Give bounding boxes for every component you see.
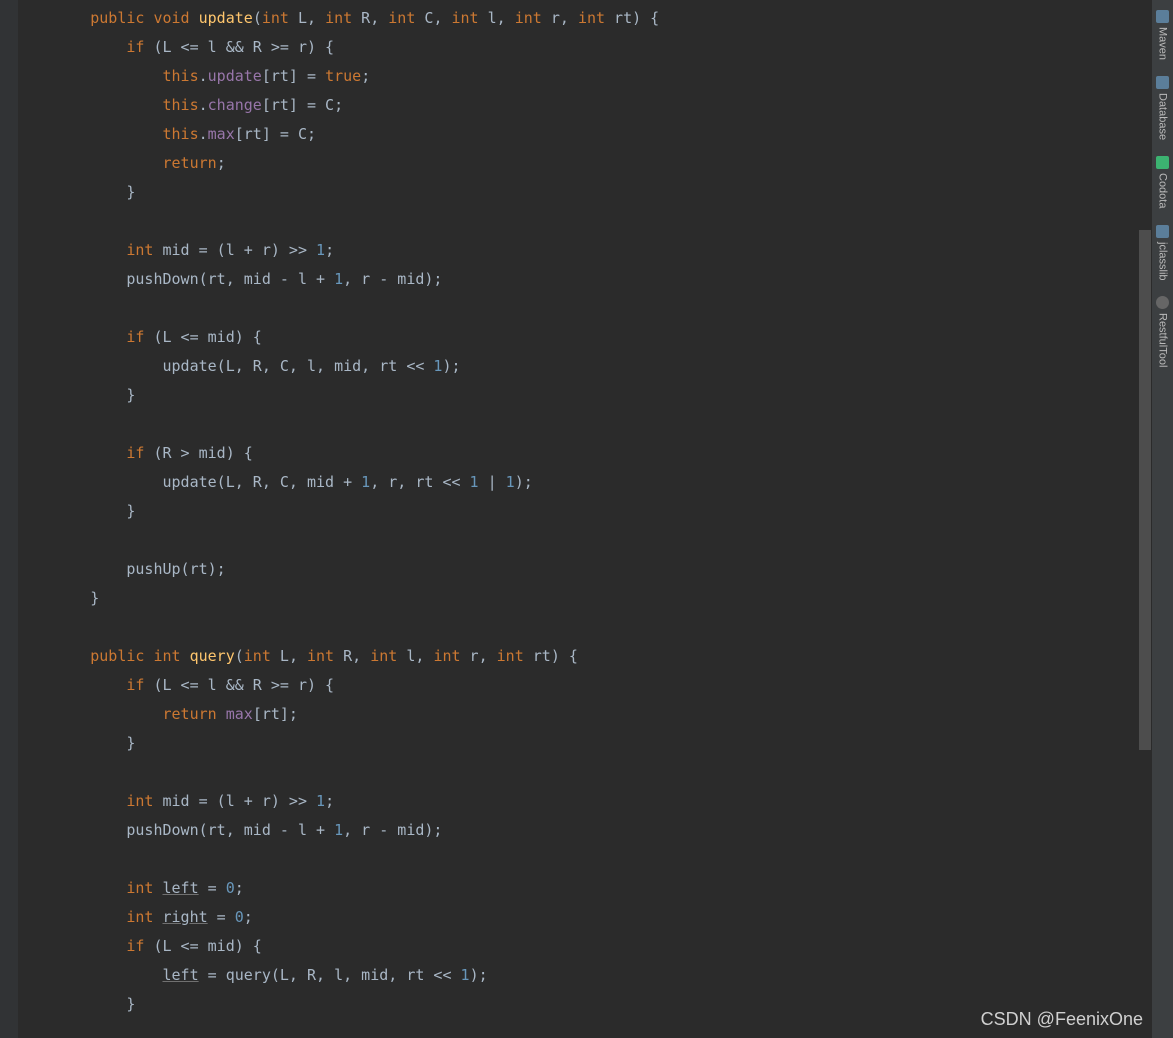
code-line[interactable]: this.max[rt] = C; [18, 120, 1173, 149]
code-line[interactable]: return; [18, 149, 1173, 178]
scrollbar-thumb[interactable] [1139, 230, 1151, 750]
code-line[interactable]: } [18, 729, 1173, 758]
database-icon [1156, 76, 1169, 89]
code-line[interactable]: public void update(int L, int R, int C, … [18, 4, 1173, 33]
code-line[interactable]: pushDown(rt, mid - l + 1, r - mid); [18, 265, 1173, 294]
code-line[interactable]: int right = 0; [18, 903, 1173, 932]
code-line[interactable] [18, 294, 1173, 323]
codota-icon [1156, 156, 1169, 169]
code-line[interactable]: if (L <= l && R >= r) { [18, 671, 1173, 700]
code-line[interactable]: pushDown(rt, mid - l + 1, r - mid); [18, 816, 1173, 845]
tool-label: RestfulTool [1157, 313, 1169, 367]
code-line[interactable]: } [18, 497, 1173, 526]
restfultool-icon [1156, 296, 1169, 309]
right-tool-window-bar: Maven Database Codota jclasslib RestfulT… [1151, 0, 1173, 1038]
code-line[interactable]: } [18, 584, 1173, 613]
code-line[interactable] [18, 845, 1173, 874]
code-line[interactable]: pushUp(rt); [18, 555, 1173, 584]
code-line[interactable]: update(L, R, C, mid + 1, r, rt << 1 | 1)… [18, 468, 1173, 497]
tool-codota[interactable]: Codota [1154, 150, 1171, 214]
tool-restfultool[interactable]: RestfulTool [1154, 290, 1171, 373]
code-line[interactable]: this.change[rt] = C; [18, 91, 1173, 120]
code-line[interactable]: } [18, 178, 1173, 207]
code-line[interactable]: return max[rt]; [18, 700, 1173, 729]
code-line[interactable]: if (L <= l && R >= r) { [18, 33, 1173, 62]
jclasslib-icon [1156, 225, 1169, 238]
tool-label: Codota [1157, 173, 1169, 208]
code-line[interactable] [18, 207, 1173, 236]
code-line[interactable] [18, 758, 1173, 787]
code-content[interactable]: public void update(int L, int R, int C, … [18, 0, 1173, 1038]
code-line[interactable]: if (L <= mid) { [18, 932, 1173, 961]
code-line[interactable] [18, 410, 1173, 439]
tool-label: Maven [1157, 27, 1169, 60]
tool-database[interactable]: Database [1154, 70, 1171, 146]
code-editor[interactable]: public void update(int L, int R, int C, … [0, 0, 1173, 1038]
tool-label: Database [1157, 93, 1169, 140]
code-line[interactable]: if (R > mid) { [18, 439, 1173, 468]
editor-gutter [0, 0, 18, 1038]
code-line[interactable]: int mid = (l + r) >> 1; [18, 787, 1173, 816]
code-line[interactable]: this.update[rt] = true; [18, 62, 1173, 91]
code-line[interactable]: } [18, 381, 1173, 410]
code-line[interactable]: int left = 0; [18, 874, 1173, 903]
code-line[interactable] [18, 613, 1173, 642]
watermark-text: CSDN @FeenixOne [981, 1009, 1143, 1030]
code-line[interactable]: int mid = (l + r) >> 1; [18, 236, 1173, 265]
tool-jclasslib[interactable]: jclasslib [1154, 219, 1171, 287]
tool-label: jclasslib [1157, 242, 1169, 281]
code-line[interactable] [18, 526, 1173, 555]
maven-icon [1156, 10, 1169, 23]
tool-maven[interactable]: Maven [1154, 4, 1171, 66]
code-line[interactable]: left = query(L, R, l, mid, rt << 1); [18, 961, 1173, 990]
code-line[interactable]: update(L, R, C, l, mid, rt << 1); [18, 352, 1173, 381]
code-line[interactable]: if (L <= mid) { [18, 323, 1173, 352]
code-line[interactable]: public int query(int L, int R, int l, in… [18, 642, 1173, 671]
